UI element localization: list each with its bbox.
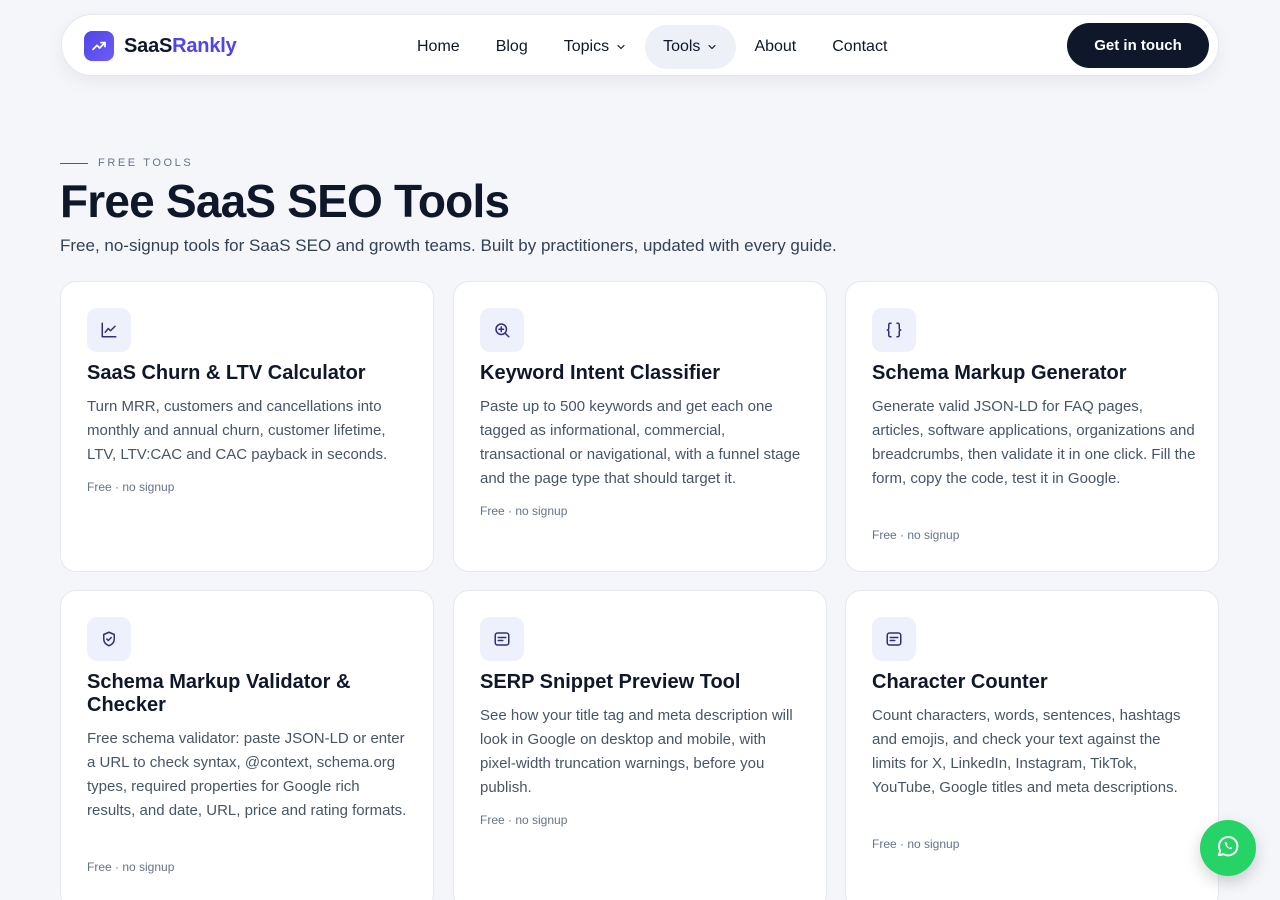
brand-name-part-1: SaaS <box>124 34 173 57</box>
chevron-down-icon <box>706 41 718 53</box>
nav-item-label: Contact <box>832 38 888 55</box>
tool-card-description: See how your title tag and meta descript… <box>480 707 793 796</box>
trending-up-icon <box>84 31 114 61</box>
tool-card-description: Free schema validator: paste JSON-LD or … <box>87 730 407 819</box>
brand-name: SaaSRankly <box>124 35 237 58</box>
tool-card-description: Turn MRR, customers and cancellations in… <box>87 398 388 463</box>
tool-card-schema-validator[interactable]: Schema Markup Validator & Checker Free s… <box>60 590 434 900</box>
page-subtitle: Free, no-signup tools for SaaS SEO and g… <box>60 236 837 255</box>
tool-card-meta: Free · no signup <box>480 504 568 518</box>
nav-item-tools[interactable]: Tools <box>645 25 737 69</box>
eyebrow-text: FREE TOOLS <box>98 157 194 169</box>
nav-links: Home Blog Topics Tools About Contact <box>399 25 905 69</box>
get-in-touch-button[interactable]: Get in touch <box>1067 23 1209 68</box>
braces-icon <box>872 308 916 352</box>
zoom-in-icon <box>480 308 524 352</box>
message-square-icon <box>872 617 916 661</box>
tool-card-title: Schema Markup Generator <box>872 362 1127 384</box>
line-chart-icon <box>87 308 131 352</box>
top-navbar: SaaSRankly Home Blog Topics Tools About … <box>61 14 1219 76</box>
nav-item-blog[interactable]: Blog <box>478 25 546 69</box>
nav-item-label: Topics <box>563 38 610 55</box>
tool-card-description: Paste up to 500 keywords and get each on… <box>480 398 801 487</box>
tool-card-title: Character Counter <box>872 671 1048 693</box>
tool-card-title: Schema Markup Validator & Checker <box>87 671 351 716</box>
chevron-down-icon <box>615 41 627 53</box>
tool-card-keyword-intent[interactable]: Keyword Intent Classifier Paste up to 50… <box>453 281 827 572</box>
tool-card-title: SERP Snippet Preview Tool <box>480 671 741 693</box>
tool-card-meta: Free · no signup <box>87 480 175 494</box>
tool-card-schema-generator[interactable]: Schema Markup Generator Generate valid J… <box>845 281 1219 572</box>
tool-card-meta: Free · no signup <box>480 813 568 827</box>
message-square-icon <box>480 617 524 661</box>
tool-card-meta: Free · no signup <box>872 528 960 542</box>
tool-card-churn-ltv[interactable]: SaaS Churn & LTV Calculator Turn MRR, cu… <box>60 281 434 572</box>
nav-item-contact[interactable]: Contact <box>814 25 905 69</box>
nav-item-topics[interactable]: Topics <box>546 25 645 69</box>
tool-card-title: SaaS Churn & LTV Calculator <box>87 362 366 384</box>
eyebrow: FREE TOOLS <box>60 157 193 169</box>
tool-card-meta: Free · no signup <box>872 837 960 851</box>
nav-item-home[interactable]: Home <box>399 25 478 69</box>
tool-card-description: Count characters, words, sentences, hash… <box>872 707 1181 796</box>
tool-card-description: Generate valid JSON-LD for FAQ pages, ar… <box>872 398 1196 487</box>
tool-card-serp-preview[interactable]: SERP Snippet Preview Tool See how your t… <box>453 590 827 900</box>
tool-card-title: Keyword Intent Classifier <box>480 362 721 384</box>
nav-item-about[interactable]: About <box>736 25 814 69</box>
whatsapp-icon <box>1215 833 1241 864</box>
brand-name-part-2: Rankly <box>172 34 237 57</box>
page-title: Free SaaS SEO Tools <box>60 175 510 227</box>
nav-item-label: About <box>754 38 797 55</box>
nav-item-label: Home <box>417 38 460 55</box>
nav-item-label: Tools <box>663 38 701 55</box>
tool-card-meta: Free · no signup <box>87 860 175 874</box>
nav-item-label: Blog <box>495 38 528 55</box>
brand-logo-link[interactable]: SaaSRankly <box>84 31 237 61</box>
whatsapp-chat-button[interactable] <box>1200 820 1256 876</box>
eyebrow-line <box>60 162 88 164</box>
tool-card-character-counter[interactable]: Character Counter Count characters, word… <box>845 590 1219 900</box>
shield-check-icon <box>87 617 131 661</box>
